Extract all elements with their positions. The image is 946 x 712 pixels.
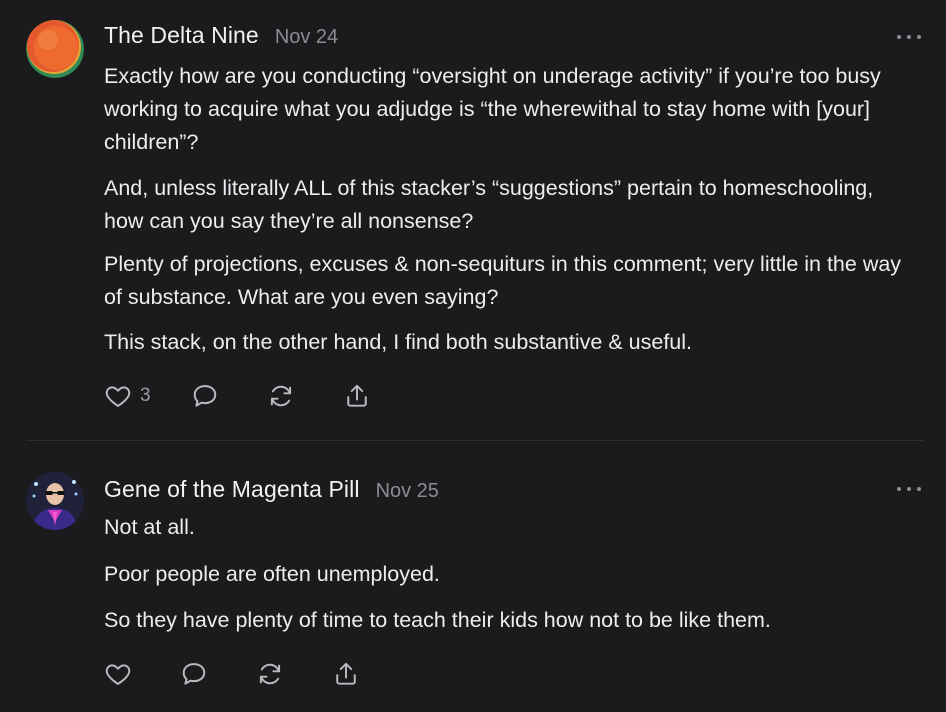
avatar[interactable] bbox=[26, 20, 84, 78]
comment-date[interactable]: Nov 24 bbox=[275, 26, 338, 49]
like-button[interactable] bbox=[104, 660, 132, 688]
comment-paragraph: Plenty of projections, excuses & non-seq… bbox=[104, 252, 902, 309]
comment-paragraph: Poor people are often unemployed. bbox=[104, 562, 440, 586]
comment-date[interactable]: Nov 25 bbox=[376, 480, 439, 503]
share-button[interactable] bbox=[332, 660, 360, 688]
restack-button[interactable] bbox=[256, 660, 284, 688]
like-count: 3 bbox=[140, 385, 151, 406]
share-icon bbox=[336, 662, 356, 685]
comment-paragraph: And, unless literally ALL of this stacke… bbox=[104, 176, 874, 233]
avatar-image bbox=[26, 472, 84, 530]
comment-bubble-icon bbox=[182, 663, 206, 685]
reply-button[interactable] bbox=[191, 382, 219, 410]
author-name[interactable]: Gene of the Magenta Pill bbox=[104, 476, 360, 503]
comment-paragraph: So they have plenty of time to teach the… bbox=[104, 608, 771, 632]
comment-header: Gene of the Magenta Pill Nov 25 bbox=[104, 476, 439, 503]
comment-header: The Delta Nine Nov 24 bbox=[104, 22, 338, 49]
reply-button[interactable] bbox=[180, 660, 208, 688]
avatar[interactable] bbox=[26, 472, 84, 530]
comment-paragraph: Exactly how are you conducting “oversigh… bbox=[104, 64, 881, 154]
share-icon bbox=[346, 384, 367, 407]
restack-icon bbox=[270, 385, 291, 407]
comment-paragraph: Not at all. bbox=[104, 515, 195, 539]
heart-icon bbox=[105, 386, 131, 407]
restack-icon bbox=[259, 663, 281, 685]
heart-icon bbox=[105, 664, 131, 685]
comment-bubble-icon bbox=[193, 385, 216, 407]
like-button[interactable]: 3 bbox=[104, 382, 151, 410]
comment-paragraph: This stack, on the other hand, I find bo… bbox=[104, 330, 693, 354]
author-name[interactable]: The Delta Nine bbox=[104, 22, 259, 49]
comment-actions bbox=[104, 660, 360, 688]
more-options-icon[interactable] bbox=[897, 31, 921, 43]
comment-actions: 3 bbox=[104, 382, 371, 410]
more-options-icon[interactable] bbox=[897, 483, 921, 495]
restack-button[interactable] bbox=[267, 382, 295, 410]
comment-divider bbox=[26, 440, 924, 441]
avatar-image bbox=[26, 20, 84, 78]
share-button[interactable] bbox=[343, 382, 371, 410]
